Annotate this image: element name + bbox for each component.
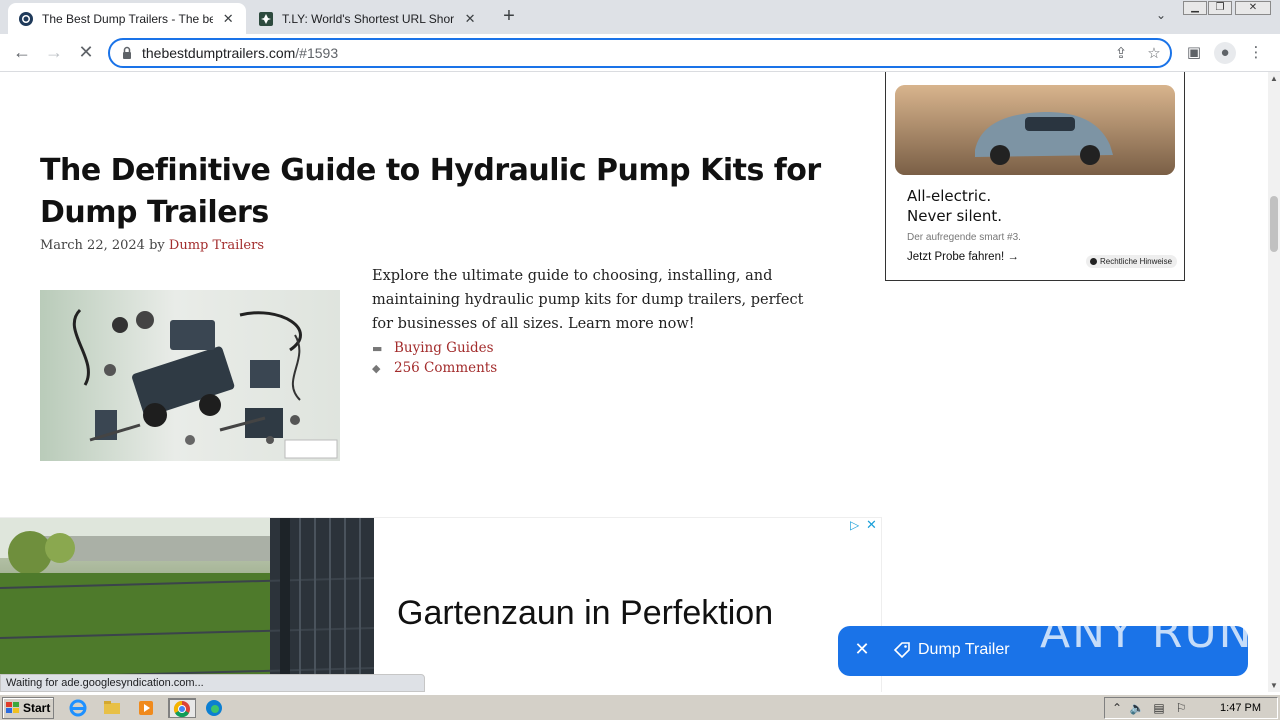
ad-headline: All-electric. Never silent. [907,186,1002,226]
ad-close-icon[interactable]: ✕ [866,518,880,532]
share-icon[interactable]: ⇪ [1112,45,1130,63]
forward-arrow-icon[interactable]: → [42,41,66,65]
restore-button[interactable]: ❐ [1208,1,1232,15]
car-illustration [895,85,1175,175]
anyrun-watermark: ANY RUN [1040,607,1254,658]
post-category-row: ▬ Buying Guides [372,340,494,356]
bookmark-star-icon[interactable]: ☆ [1145,45,1163,63]
network-icon[interactable]: ▤ [1151,701,1167,717]
url-host: thebestdumptrailers.com [142,45,296,61]
car-ad-image [895,85,1175,175]
comments-link[interactable]: 256 Comments [394,360,497,376]
tab-title: The Best Dump Trailers - The best du [42,11,213,26]
tly-favicon-icon [259,11,273,26]
ad-headline-line1: All-electric. [907,187,992,205]
windows-taskbar: Start ⌃ 🔈 ▤ ⚐ 1:47 PM [0,694,1280,720]
tab-close-icon[interactable]: ✕ [462,11,478,27]
post-title[interactable]: The Definitive Guide to Hydraulic Pump K… [40,150,830,234]
post-date: March 22, 2024 [40,238,145,253]
post-excerpt: Explore the ultimate guide to choosing, … [372,268,804,332]
pill-close-icon[interactable]: ✕ [852,639,872,660]
adchoices-icon[interactable]: ▷ [850,518,864,532]
ad-cta-link[interactable]: Jetzt Probe fahren! → [907,251,1019,263]
back-arrow-icon[interactable]: ← [10,41,34,65]
info-dot-icon [1090,258,1097,265]
new-tab-button[interactable]: + [498,6,520,28]
vertical-scrollbar[interactable]: ▲ ▼ [1268,72,1280,692]
fence-photo [0,518,374,692]
side-panel-icon[interactable]: ▣ [1183,42,1205,64]
tab-close-icon[interactable]: ✕ [221,11,237,27]
start-button[interactable]: Start [2,697,54,719]
taskbar-clock[interactable]: 1:47 PM [1220,702,1261,714]
comments-icon: ◆ [372,362,381,375]
pill-label: Dump Trailer [918,641,1010,658]
profile-avatar-icon[interactable]: ● [1214,42,1236,64]
start-label: Start [23,701,51,715]
ad-subtext: Der aufregende smart #3. [907,232,1021,243]
tab-tly[interactable]: T.LY: World's Shortest URL Shortene ✕ [248,3,488,34]
sidebar-ad[interactable]: All-electric. Never silent. Der aufregen… [885,72,1185,281]
tray-expand-icon[interactable]: ⌃ [1109,701,1125,717]
action-center-flag-icon[interactable]: ⚐ [1173,701,1189,717]
tab-strip: The Best Dump Trailers - The best du ✕ T… [0,0,1280,34]
post-author-link[interactable]: Dump Trailers [169,238,264,253]
hydraulic-kit-illustration [72,308,338,459]
tag-icon [893,642,910,659]
site-favicon-icon [19,11,33,26]
tab-dumptrailers[interactable]: The Best Dump Trailers - The best du ✕ [8,3,246,34]
banner-headline: Gartenzaun in Perfektion [397,594,774,632]
stop-loading-icon[interactable]: ✕ [74,41,98,65]
post-thumbnail[interactable] [40,290,340,461]
explorer-taskbar-icon[interactable] [102,698,124,718]
chrome-taskbar-icon[interactable] [168,698,196,718]
url-text: thebestdumptrailers.com/#1593 [142,45,338,61]
browser-toolbar: ← → ✕ thebestdumptrailers.com/#1593 ⇪ ☆ … [0,34,1280,72]
folder-icon: ▬ [372,342,383,355]
tab-search-chevron-icon[interactable]: ⌄ [1152,8,1170,26]
menu-kebab-icon[interactable]: ⋮ [1245,42,1267,64]
scroll-down-arrow-icon[interactable]: ▼ [1270,681,1278,690]
ie-taskbar-icon[interactable] [68,698,90,718]
system-tray: ⌃ 🔈 ▤ ⚐ 1:47 PM [1104,697,1278,719]
media-player-taskbar-icon[interactable] [136,698,158,718]
banner-ad[interactable]: Gartenzaun in Perfektion ▷ ✕ [0,517,882,692]
post-by: by [149,238,165,253]
status-bar: Waiting for ade.googlesyndication.com... [0,674,425,692]
page-viewport: The Definitive Guide to Hydraulic Pump K… [0,72,1268,692]
scrollbar-thumb[interactable] [1270,196,1278,252]
lock-icon [123,46,131,59]
windows-logo-icon [6,702,19,713]
tab-title: T.LY: World's Shortest URL Shortene [282,11,455,26]
fence-illustration [0,518,374,692]
post-meta: March 22, 2024 by Dump Trailers [40,238,264,253]
post-comments-row: ◆ 256 Comments [372,360,497,376]
volume-icon[interactable]: 🔈 [1129,701,1145,717]
category-link[interactable]: Buying Guides [394,340,494,356]
ad-headline-line2: Never silent. [907,207,1003,225]
scroll-up-arrow-icon[interactable]: ▲ [1270,74,1278,83]
ad-legal-button[interactable]: Rechtliche Hinweise [1086,255,1178,268]
edge-taskbar-icon[interactable] [204,698,226,718]
address-bar[interactable]: thebestdumptrailers.com/#1593 ⇪ ☆ [108,38,1172,68]
close-window-button[interactable]: ✕ [1235,1,1271,15]
ad-legal-label: Rechtliche Hinweise [1100,257,1173,266]
url-path: /#1593 [295,45,339,61]
minimize-button[interactable]: ▁ [1183,1,1207,15]
